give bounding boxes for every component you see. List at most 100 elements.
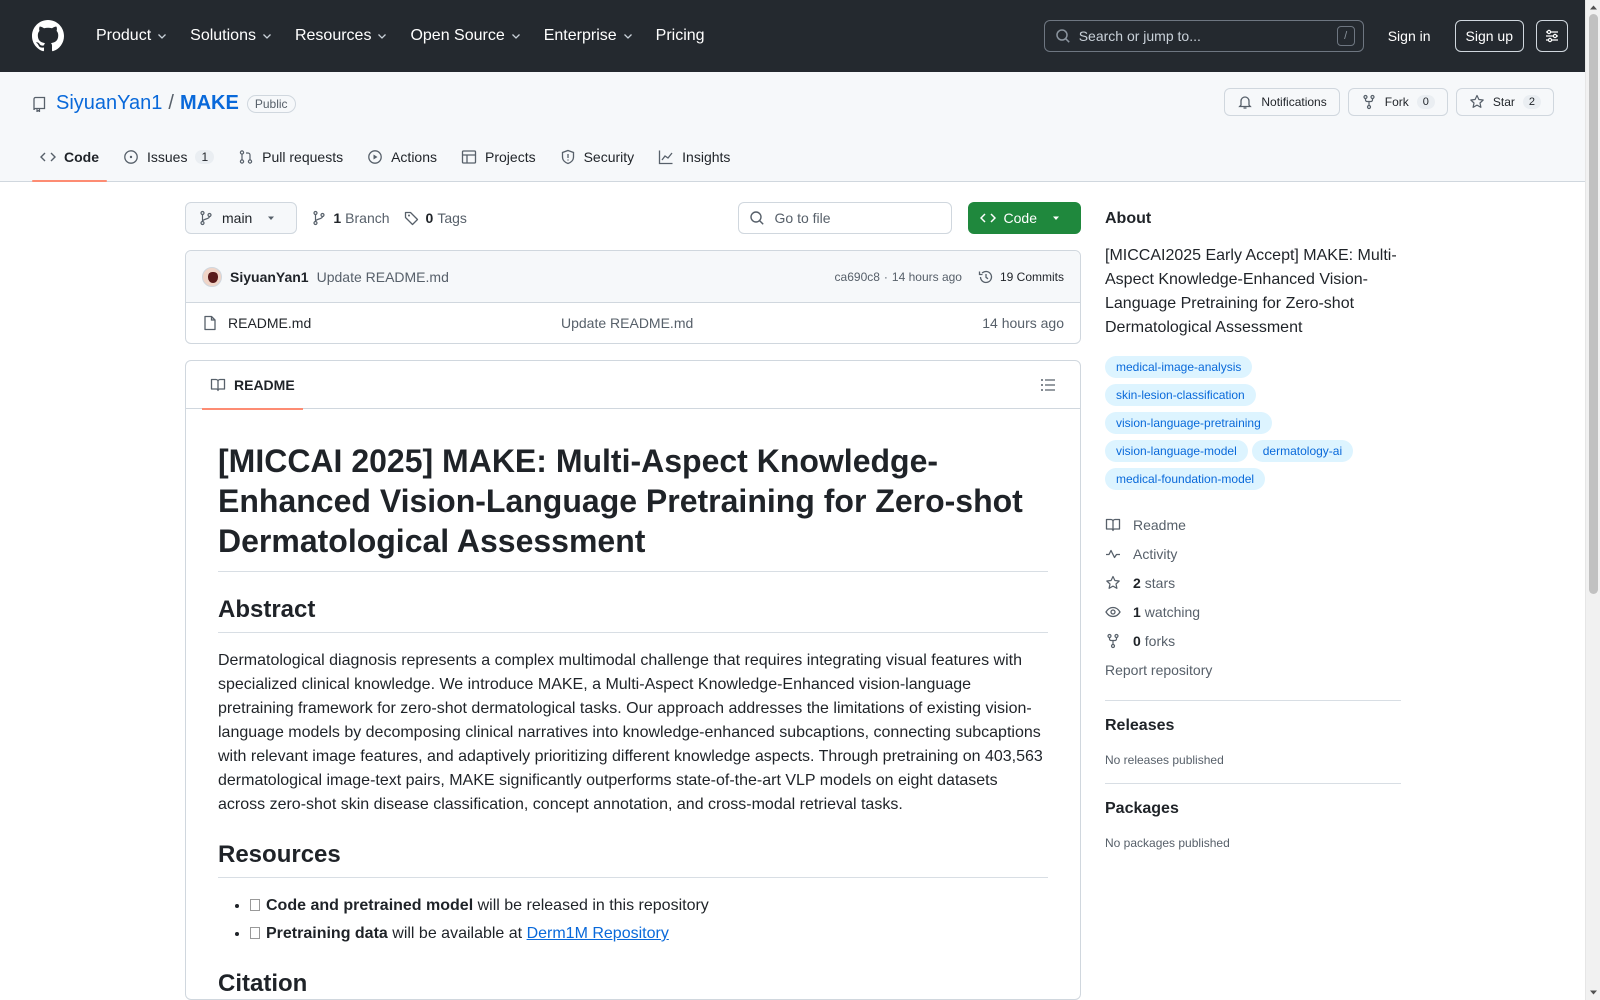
topic-tag[interactable]: dermatology-ai: [1251, 440, 1354, 462]
nav-pricing[interactable]: Pricing: [648, 20, 713, 52]
tab-insights[interactable]: Insights: [650, 133, 738, 181]
about-description: [MICCAI2025 Early Accept] MAKE: Multi-As…: [1105, 247, 1397, 336]
forks-link[interactable]: 0 forks: [1105, 626, 1401, 655]
book-icon: [210, 378, 226, 391]
branch-count: 1: [333, 210, 342, 226]
file-name-link[interactable]: README.md: [228, 315, 311, 331]
watchers-link[interactable]: 1 watching: [1105, 597, 1401, 626]
notifications-button[interactable]: Notifications: [1224, 88, 1340, 116]
list-item: Code and pretrained model will be releas…: [250, 894, 1048, 918]
git-branch-icon: [313, 210, 325, 226]
main-content: main 1 Branch 0 Tags Go to file Code Siy…: [185, 202, 1081, 1000]
global-search-input[interactable]: Search or jump to... /: [1043, 20, 1364, 52]
scroll-up-arrow-icon[interactable]: [1589, 3, 1598, 11]
about-heading: About: [1105, 210, 1152, 227]
tags-link[interactable]: 0 Tags: [404, 210, 467, 226]
go-to-file-input[interactable]: Go to file: [737, 202, 952, 234]
stars-label: stars: [1144, 574, 1176, 591]
topic-tag[interactable]: skin-lesion-classification: [1105, 384, 1256, 406]
notifications-label: Notifications: [1261, 95, 1327, 109]
about-sidebar: About [MICCAI2025 Early Accept] MAKE: Mu…: [1105, 210, 1401, 850]
fork-icon: [1107, 633, 1119, 648]
readme-link[interactable]: Readme: [1105, 510, 1401, 539]
code-download-button[interactable]: Code: [967, 202, 1081, 234]
repo-name-link[interactable]: MAKE: [180, 92, 239, 115]
shield-icon: [561, 149, 574, 165]
tab-code[interactable]: Code: [32, 133, 107, 182]
report-repository-link[interactable]: Report repository: [1105, 655, 1401, 684]
github-logo-icon[interactable]: [32, 20, 64, 52]
caret-down-icon: [268, 216, 275, 220]
packages-heading[interactable]: Packages: [1105, 800, 1401, 818]
branches-link[interactable]: 1 Branch: [311, 210, 390, 226]
commit-hash-link[interactable]: ca690c8: [835, 270, 880, 284]
sign-up-button[interactable]: Sign up: [1454, 20, 1524, 52]
readme-link-label: Readme: [1133, 516, 1186, 533]
repo-actions: Notifications Fork 0 Star 2: [1224, 88, 1554, 116]
issue-icon: [124, 150, 138, 164]
eye-icon: [1105, 606, 1121, 617]
nav-open-source[interactable]: Open Source: [402, 20, 529, 52]
topic-tag[interactable]: medical-image-analysis: [1105, 356, 1253, 378]
commits-history-link[interactable]: 19 Commits: [978, 269, 1064, 285]
fork-count: 0: [1416, 95, 1435, 109]
tab-security[interactable]: Security: [552, 133, 643, 181]
readme-header: README: [186, 361, 1080, 410]
avatar[interactable]: [202, 266, 222, 287]
repo-owner-link[interactable]: SiyuanYan1: [56, 92, 162, 115]
fork-button[interactable]: Fork 0: [1347, 88, 1448, 116]
book-icon: [1105, 518, 1121, 531]
settings-menu-button[interactable]: [1536, 20, 1568, 52]
code-icon: [979, 213, 996, 223]
stars-link[interactable]: 2 stars: [1105, 568, 1401, 597]
tab-actions[interactable]: Actions: [359, 133, 445, 181]
derm1m-repository-link[interactable]: Derm1M Repository: [527, 925, 669, 942]
commit-message-link[interactable]: Update README.md: [317, 269, 449, 285]
topic-tag[interactable]: vision-language-pretraining: [1105, 412, 1272, 434]
tab-issues[interactable]: Issues 1: [115, 133, 222, 181]
releases-heading[interactable]: Releases: [1105, 717, 1401, 735]
page-scrollbar[interactable]: [1585, 0, 1600, 1000]
tag-count: 0: [425, 210, 434, 226]
tag-icon: [404, 211, 418, 226]
nav-product[interactable]: Product: [88, 20, 176, 52]
checkbox-icon: [250, 899, 260, 911]
fork-icon: [1363, 94, 1375, 110]
about-links: Readme Activity 2 stars 1 watching 0 for…: [1105, 510, 1401, 684]
chevron-down-icon: [511, 34, 520, 39]
code-button-label: Code: [1003, 210, 1037, 226]
file-browser: SiyuanYan1 Update README.md ca690c8 · 14…: [185, 250, 1081, 344]
nav-enterprise[interactable]: Enterprise: [536, 20, 642, 52]
topics-list: medical-image-analysis skin-lesion-class…: [1105, 356, 1401, 490]
tab-projects[interactable]: Projects: [453, 133, 544, 181]
topic-tag[interactable]: medical-foundation-model: [1105, 468, 1266, 490]
commit-author-link[interactable]: SiyuanYan1: [230, 269, 309, 285]
tab-pull-requests[interactable]: Pull requests: [230, 133, 351, 181]
caret-down-icon: [1053, 216, 1059, 220]
star-icon: [1106, 575, 1120, 589]
branch-selector[interactable]: main: [185, 202, 298, 234]
sliders-icon: [1546, 29, 1558, 43]
file-row[interactable]: README.md Update README.md 14 hours ago: [186, 303, 1080, 343]
chevron-down-icon: [158, 34, 167, 39]
nav-product-label: Product: [96, 27, 152, 44]
resource-1-bold: Code and pretrained model: [266, 897, 474, 914]
activity-link[interactable]: Activity: [1105, 539, 1401, 568]
scroll-down-arrow-icon[interactable]: [1589, 989, 1598, 997]
nav-solutions[interactable]: Solutions: [182, 20, 281, 52]
sign-in-link[interactable]: Sign in: [1388, 28, 1431, 44]
header-actions: Search or jump to... / Sign in Sign up: [1043, 20, 1568, 52]
pull-request-icon: [239, 150, 253, 164]
outline-list-icon[interactable]: [1040, 377, 1056, 393]
tag-label: Tags: [437, 210, 467, 226]
topic-tag[interactable]: vision-language-model: [1105, 440, 1248, 462]
readme-tab[interactable]: README: [202, 361, 303, 410]
repository-header: SiyuanYan1 / MAKE Public Notifications F…: [0, 72, 1600, 182]
readme-title: [MICCAI 2025] MAKE: Multi-Aspect Knowled…: [218, 441, 1048, 572]
star-label: Star: [1492, 95, 1515, 109]
nav-resources[interactable]: Resources: [287, 20, 396, 52]
file-commit-message-link[interactable]: Update README.md: [561, 315, 693, 331]
star-button[interactable]: Star 2: [1455, 88, 1554, 116]
scrollbar-thumb[interactable]: [1589, 14, 1598, 594]
file-commit-time: 14 hours ago: [982, 315, 1064, 331]
